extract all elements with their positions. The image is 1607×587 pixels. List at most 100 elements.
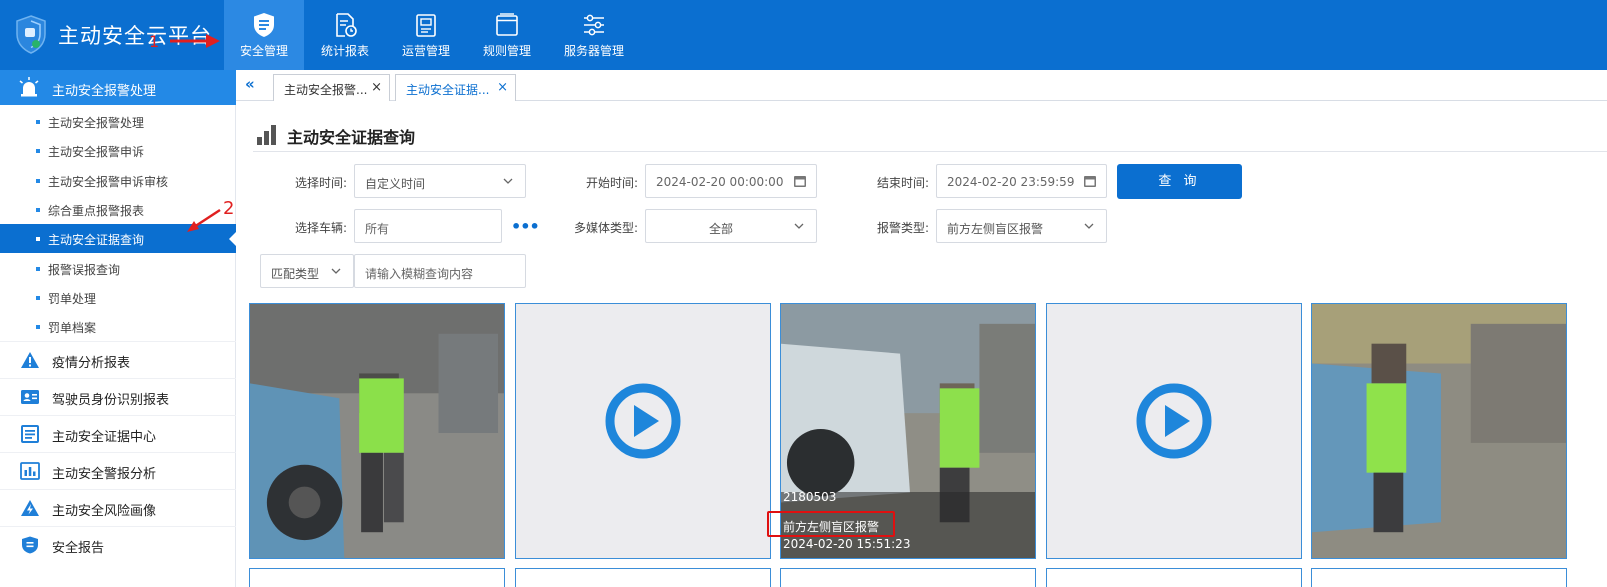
close-icon[interactable]: × [497,80,508,95]
calendar-icon[interactable] [1083,174,1097,188]
chevron-down-icon [331,268,341,274]
nav-statistics-report[interactable]: 统计报表 [305,0,385,70]
evidence-card-image[interactable] [1311,303,1567,559]
sidebar-item-evidence-center[interactable]: 主动安全证据中心 [0,415,236,452]
bullet [36,149,40,153]
nav-label: 运营管理 [401,44,450,58]
close-icon[interactable]: × [371,80,382,95]
sidebar-item-label: 罚单处理 [48,292,97,306]
query-button[interactable]: 查 询 [1117,164,1242,199]
start-time-input[interactable]: 2024-02-20 00:00:00 [645,164,817,198]
vehicle-input[interactable]: 所有 [354,209,502,243]
sidebar-item-label: 综合重点报警报表 [48,204,145,218]
select-time-dropdown[interactable]: 自定义时间 [354,164,526,198]
nav-server-management[interactable]: 服务器管理 [554,0,634,70]
media-type-label: 多媒体类型: [574,221,639,235]
sidebar-item-label: 主动安全报警申诉审核 [48,175,169,189]
sidebar-item-driver-id-report[interactable]: 驾驶员身份识别报表 [0,378,236,415]
sidebar-item-appeal-review[interactable]: 主动安全报警申诉审核 [0,166,236,195]
id-card-icon [21,390,39,404]
evidence-card-next-row[interactable] [1046,568,1302,587]
sidebar-item-safety-report[interactable]: 安全报告 [0,526,236,563]
sidebar-item-label: 驾驶员身份识别报表 [52,393,170,408]
sidebar-item-ticket-archive[interactable]: 罚单档案 [0,312,236,341]
collapse-sidebar-button[interactable]: « [245,75,259,93]
match-type-value: 匹配类型 [271,267,320,281]
evidence-card-image[interactable] [249,303,505,559]
sidebar-item-alarm-appeal[interactable]: 主动安全报警申诉 [0,136,236,165]
sidebar-item-label: 主动安全报警申诉 [48,145,145,159]
top-navigation-bar: 主动安全云平台 安全管理 统计报表 运营管理 规则管理 服务器管理 1 [0,0,1607,70]
sidebar-item-label: 疫情分析报表 [52,356,131,371]
sidebar-item-risk-profile[interactable]: 主动安全风险画像 [0,489,236,526]
sidebar-item-label: 主动安全证据查询 [48,233,145,247]
calendar-icon[interactable] [793,174,807,188]
evidence-card-next-row[interactable] [780,568,1036,587]
bullet [36,296,40,300]
end-time-label: 结束时间: [877,176,930,190]
nav-rule-management[interactable]: 规则管理 [467,0,547,70]
page-header: 主动安全证据查询 [253,118,1607,152]
match-type-dropdown[interactable]: 匹配类型 [260,254,354,288]
vehicle-value: 所有 [365,222,390,236]
end-time-input[interactable]: 2024-02-20 23:59:59 [936,164,1107,198]
evidence-card-video[interactable] [515,303,771,559]
tab-evidence-query[interactable]: 主动安全证据... × [395,74,516,101]
window-icon [496,13,518,36]
sliders-icon [584,14,604,36]
sidebar-item-false-alarm-query[interactable]: 报警误报查询 [0,254,236,283]
fuzzy-search-placeholder: 请输入模糊查询内容 [365,267,474,281]
vehicle-label: 选择车辆: [295,221,348,235]
bullet [36,179,40,183]
tab-alarm-handling[interactable]: 主动安全报警... × [273,74,390,101]
chevron-down-icon [794,223,804,229]
select-time-value: 自定义时间 [365,177,426,191]
sidebar-item-alarm-analysis[interactable]: 主动安全警报分析 [0,452,236,489]
evidence-card-next-row[interactable] [1311,568,1567,587]
start-time-label: 开始时间: [586,176,639,190]
chevron-down-icon [1084,223,1094,229]
alarm-light-icon [19,77,39,97]
vehicle-number: 2180503 [783,490,837,504]
page-title: 主动安全证据查询 [287,128,416,147]
evidence-card-video[interactable] [1046,303,1302,559]
annotation-arrow-1 [170,34,220,48]
nav-label: 规则管理 [482,44,531,58]
sidebar-item-epidemic-report[interactable]: 疫情分析报表 [0,341,236,378]
evidence-card-next-row[interactable] [249,568,505,587]
play-icon[interactable] [1136,383,1212,459]
bullet [36,325,40,329]
vehicle-more-button[interactable]: ••• [511,217,540,236]
sidebar-item-label: 主动安全警报分析 [52,467,157,482]
select-time-label: 选择时间: [295,176,348,190]
nav-label: 安全管理 [239,44,288,58]
sidebar-item-label: 安全报告 [52,541,105,556]
annotation-arrow-2 [187,208,221,232]
chevron-down-icon [503,178,513,184]
tab-label: 主动安全证据... [406,83,490,97]
sidebar-group-label: 主动安全报警处理 [52,84,157,99]
fuzzy-search-input[interactable]: 请输入模糊查询内容 [354,254,526,288]
evidence-photo [250,304,504,558]
nav-label: 服务器管理 [563,44,624,58]
lightning-triangle-icon [21,500,39,516]
shield-logo-icon [16,15,46,54]
nav-safety-management[interactable]: 安全管理 [224,0,304,70]
alarm-timestamp: 2024-02-20 15:51:23 [783,537,911,551]
play-icon[interactable] [605,383,681,459]
alarm-type-label: 报警类型: [877,221,930,235]
sidebar-item-label: 主动安全证据中心 [52,430,157,445]
alarm-type-value: 前方左侧盲区报警 [947,222,1044,236]
sidebar-item-ticket-handling[interactable]: 罚单处理 [0,283,236,312]
bullet [36,267,40,271]
start-time-value: 2024-02-20 00:00:00 [656,175,784,189]
media-type-dropdown[interactable]: 全部 [645,209,817,243]
evidence-card-next-row[interactable] [515,568,771,587]
evidence-photo [1312,304,1566,558]
alarm-type-dropdown[interactable]: 前方左侧盲区报警 [936,209,1107,243]
bar-chart-icon [20,462,40,480]
sidebar-group-alarm-handling[interactable]: 主动安全报警处理 [0,70,236,105]
nav-operation-management[interactable]: 运营管理 [386,0,466,70]
sidebar-item-alarm-handling[interactable]: 主动安全报警处理 [0,107,236,136]
report-clock-icon [336,13,357,37]
